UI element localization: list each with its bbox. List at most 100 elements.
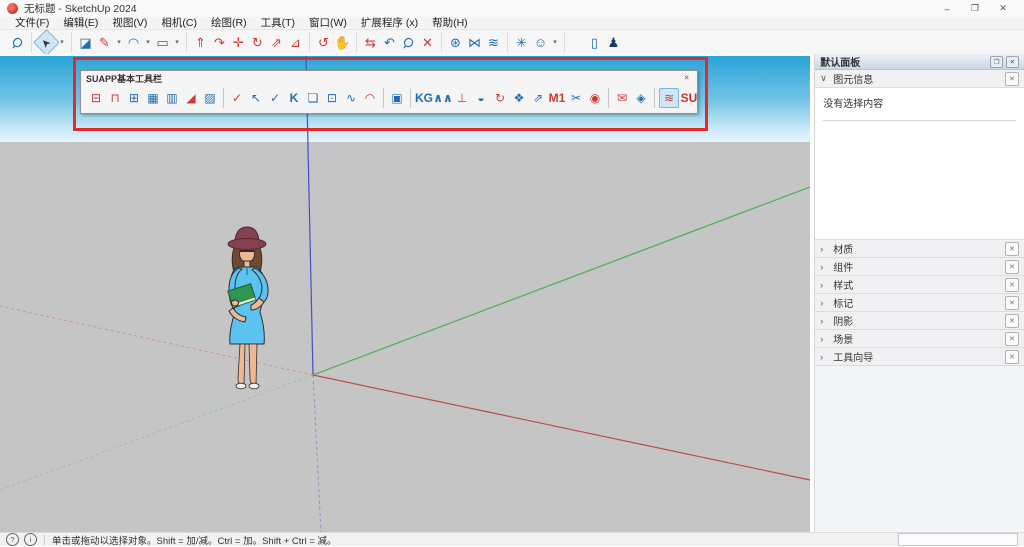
minimize-button[interactable]: – — [933, 1, 961, 17]
zoom-extents-icon[interactable]: ✕ — [419, 34, 436, 51]
panel-close-icon[interactable]: ✕ — [1006, 56, 1019, 68]
level-diamond-icon[interactable]: ◈ — [632, 89, 650, 107]
menu-draw[interactable]: 绘图(R) — [204, 17, 254, 29]
arc-dropdown-icon[interactable]: ▾ — [144, 34, 152, 51]
pan-icon[interactable]: ✋ — [334, 34, 351, 51]
chevron-right-icon[interactable]: › — [820, 316, 828, 326]
rotate-north-icon[interactable]: ↻ — [491, 89, 509, 107]
menu-edit[interactable]: 编辑(E) — [56, 17, 105, 29]
warehouse-globe-icon[interactable]: ⊛ — [447, 34, 464, 51]
arc-tool-icon[interactable]: ◠ — [125, 34, 142, 51]
section-instructor[interactable]: › 工具向导 ✕ — [815, 348, 1024, 366]
line-tool-icon[interactable]: ✎ — [96, 34, 113, 51]
suapp-toolbar-titlebar[interactable]: SUAPP基本工具栏 ✕ — [81, 71, 697, 85]
viewport-canvas[interactable]: SUAPP基本工具栏 ✕ ⊟ ⊓ ⊞ — [0, 54, 809, 532]
section-cut-icon[interactable]: ✂ — [567, 89, 585, 107]
line-dropdown-icon[interactable]: ▾ — [115, 34, 123, 51]
vertex-select-icon[interactable]: ↖ — [247, 89, 265, 107]
chevron-down-icon[interactable]: ∨ — [820, 73, 828, 84]
measurements-box[interactable] — [898, 533, 1018, 546]
tape-measure-icon[interactable]: ⊿ — [287, 34, 304, 51]
door-opening-icon[interactable]: ⊟ — [87, 89, 105, 107]
section-entity-info[interactable]: ∨ 图元信息 ✕ — [815, 70, 1024, 88]
suapp-toolbar[interactable]: SUAPP基本工具栏 ✕ ⊟ ⊓ ⊞ — [80, 70, 698, 114]
menu-extensions[interactable]: 扩展程序 (x) — [354, 17, 425, 29]
walker-icon[interactable]: K — [285, 89, 303, 107]
wall-tool-icon[interactable]: ⊓ — [106, 89, 124, 107]
chevron-right-icon[interactable]: › — [820, 262, 828, 272]
chevron-right-icon[interactable]: › — [820, 298, 828, 308]
share-model-icon[interactable]: ⋈ — [466, 34, 483, 51]
menu-window[interactable]: 窗口(W) — [302, 17, 354, 29]
menu-help[interactable]: 帮助(H) — [425, 17, 475, 29]
help-icon[interactable]: ? — [6, 533, 19, 546]
mail-m-icon[interactable]: ✉ — [613, 89, 631, 107]
chevron-right-icon[interactable]: › — [820, 352, 828, 362]
window-frame-icon[interactable]: ⊞ — [125, 89, 143, 107]
panel-options-icon[interactable]: ❐ — [990, 56, 1003, 68]
menu-tools[interactable]: 工具(T) — [254, 17, 302, 29]
zoom-icon[interactable]: Ϙ — [397, 30, 421, 54]
section-close-icon[interactable]: ✕ — [1005, 332, 1019, 346]
mirror-icon[interactable]: ∧∧ — [434, 89, 452, 107]
close-button[interactable]: ✕ — [989, 1, 1017, 17]
position-camera-icon[interactable]: ⇆ — [362, 34, 379, 51]
camera-view-icon[interactable]: ◉ — [586, 89, 604, 107]
grid-window-icon[interactable]: ▦ — [144, 89, 162, 107]
stamp-icon[interactable]: ⊥ — [453, 89, 471, 107]
chevron-right-icon[interactable]: › — [820, 244, 828, 254]
user-icon[interactable]: ♟ — [605, 34, 622, 51]
new-document-icon[interactable]: ▯ — [586, 34, 603, 51]
suapp-logo-icon[interactable]: SU — [680, 89, 698, 107]
protractor-icon[interactable]: ◒ — [472, 89, 490, 107]
select-box-icon[interactable]: ⊡ — [323, 89, 341, 107]
menu-file[interactable]: 文件(F) — [8, 17, 56, 29]
look-around-icon[interactable]: ↶ — [381, 34, 398, 51]
copy-objects-icon[interactable]: ❏ — [304, 89, 322, 107]
column-array-icon[interactable]: ▥ — [163, 89, 181, 107]
scale-icon[interactable]: ⇗ — [268, 34, 285, 51]
slab-icon[interactable]: ▨ — [201, 89, 219, 107]
chevron-right-icon[interactable]: › — [820, 280, 828, 290]
curtain-wave-icon[interactable]: ∿ — [342, 89, 360, 107]
section-components[interactable]: › 组件 ✕ — [815, 258, 1024, 276]
check-tool-icon[interactable]: ✓ — [228, 89, 246, 107]
eraser-icon[interactable]: ◪ — [77, 34, 94, 51]
extension-manager-icon[interactable]: ✳ — [513, 34, 530, 51]
section-tags[interactable]: › 标记 ✕ — [815, 294, 1024, 312]
follow-me-icon[interactable]: ↷ — [211, 34, 228, 51]
chevron-right-icon[interactable]: › — [820, 334, 828, 344]
section-scenes[interactable]: › 场景 ✕ — [815, 330, 1024, 348]
stairs-icon[interactable]: ◢ — [182, 89, 200, 107]
section-close-icon[interactable]: ✕ — [1005, 350, 1019, 364]
push-pull-icon[interactable]: ⇑ — [192, 34, 209, 51]
menu-view[interactable]: 视图(V) — [105, 17, 154, 29]
section-materials[interactable]: › 材质 ✕ — [815, 240, 1024, 258]
dimension-m1-icon[interactable]: M1 — [548, 89, 566, 107]
info-icon[interactable]: i — [24, 533, 37, 546]
rectangle-tool-icon[interactable]: ▭ — [154, 34, 171, 51]
restore-button[interactable]: ❐ — [961, 1, 989, 17]
entity-info-close-icon[interactable]: ✕ — [1005, 72, 1019, 86]
section-styles[interactable]: › 样式 ✕ — [815, 276, 1024, 294]
section-close-icon[interactable]: ✕ — [1005, 296, 1019, 310]
section-close-icon[interactable]: ✕ — [1005, 314, 1019, 328]
tile-array-icon[interactable]: ❖ — [510, 89, 528, 107]
orbit-icon[interactable]: ↺ — [315, 34, 332, 51]
section-close-icon[interactable]: ✕ — [1005, 260, 1019, 274]
arc-segment-icon[interactable]: ◠ — [361, 89, 379, 107]
rotate-icon[interactable]: ↻ — [249, 34, 266, 51]
menu-camera[interactable]: 相机(C) — [154, 17, 204, 29]
suapp-toolbar-close-icon[interactable]: ✕ — [681, 73, 692, 83]
section-close-icon[interactable]: ✕ — [1005, 278, 1019, 292]
section-shadows[interactable]: › 阴影 ✕ — [815, 312, 1024, 330]
rectangle-dropdown-icon[interactable]: ▾ — [173, 34, 181, 51]
layers-stack-icon[interactable]: ≋ — [485, 34, 502, 51]
search-icon[interactable]: Ϙ — [6, 30, 30, 54]
account-dropdown-icon[interactable]: ▾ — [551, 34, 559, 51]
select-tool-icon[interactable]: ➤ — [33, 29, 60, 56]
box-extrude-icon[interactable]: ▣ — [388, 89, 406, 107]
account-icon[interactable]: ☺ — [532, 34, 549, 51]
suapp-wifi-icon[interactable]: ≋ — [659, 88, 679, 108]
export-icon[interactable]: ⇗ — [529, 89, 547, 107]
